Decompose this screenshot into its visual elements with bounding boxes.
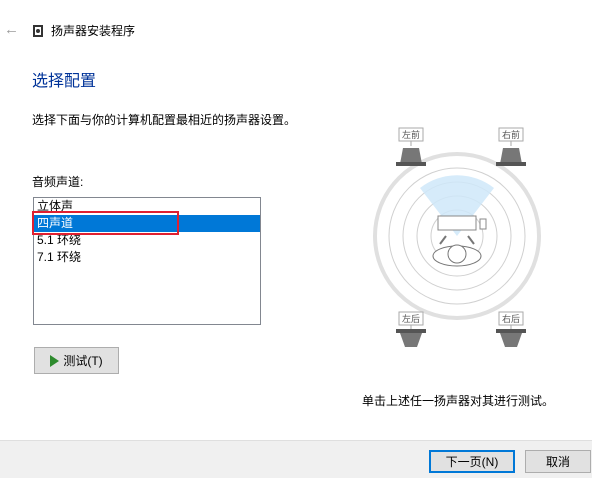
test-button[interactable]: 测试(T) xyxy=(34,347,119,374)
channel-list-label: 音频声道: xyxy=(32,175,84,189)
speaker-front-right[interactable]: 右前 xyxy=(496,127,526,166)
test-button-label: 测试(T) xyxy=(63,354,103,368)
page-title: 选择配置 xyxy=(32,73,97,90)
next-button[interactable]: 下一页(N) xyxy=(429,450,515,473)
test-hint-text: 单击上述任一扬声器对其进行测试。 xyxy=(362,394,555,408)
computer-icon xyxy=(437,215,477,231)
speaker-rear-right[interactable]: 右后 xyxy=(496,311,526,347)
channel-item-stereo[interactable]: 立体声 xyxy=(34,198,260,215)
svg-text:右后: 右后 xyxy=(502,313,520,324)
play-icon xyxy=(50,354,60,367)
svg-text:左后: 左后 xyxy=(402,313,420,324)
channel-item-quadraphonic[interactable]: 四声道 xyxy=(34,215,260,232)
svg-text:右前: 右前 xyxy=(502,129,520,140)
channel-listbox[interactable]: 立体声 四声道 5.1 环绕 7.1 环绕 xyxy=(33,197,261,325)
speaker-app-icon xyxy=(33,25,43,37)
listener-icon xyxy=(432,235,482,267)
title-bar: ← 扬声器安装程序 xyxy=(0,0,592,60)
page-description: 选择下面与你的计算机配置最相近的扬声器设置。 xyxy=(32,113,297,127)
speaker-diagram: 左前 右前 左后 右后 xyxy=(373,127,541,347)
speaker-rear-left[interactable]: 左后 xyxy=(396,311,426,347)
cancel-button[interactable]: 取消 xyxy=(525,450,591,473)
channel-item-7-1[interactable]: 7.1 环绕 xyxy=(34,249,260,266)
window-title: 扬声器安装程序 xyxy=(51,24,136,38)
channel-item-5-1[interactable]: 5.1 环绕 xyxy=(34,232,260,249)
svg-text:左前: 左前 xyxy=(402,129,420,140)
back-arrow-icon[interactable]: ← xyxy=(4,22,20,38)
